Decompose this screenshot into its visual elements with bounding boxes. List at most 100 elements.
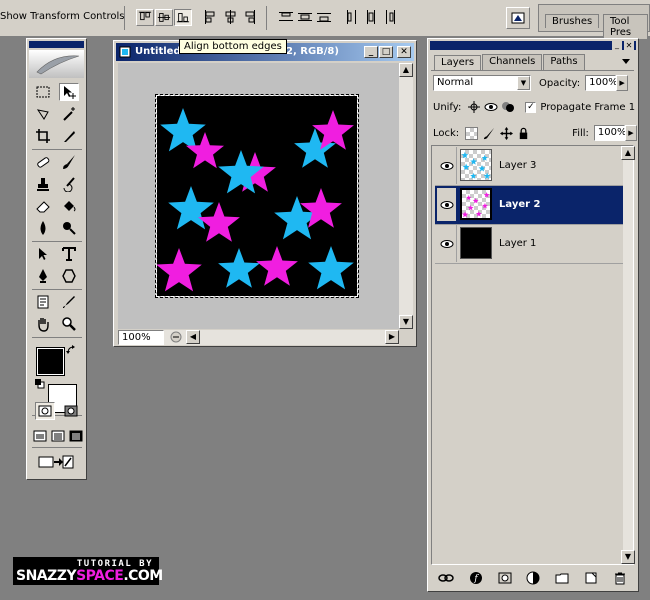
quick-mask-button[interactable]	[61, 402, 81, 420]
palette-minimize-button[interactable]: _	[612, 41, 622, 50]
align-horizontal-centers-button[interactable]	[222, 9, 238, 28]
close-button[interactable]: ✕	[397, 46, 411, 58]
screen-mode-fullmenu-icon[interactable]	[51, 429, 65, 446]
opacity-slider-button[interactable]: ▶	[616, 75, 629, 91]
scroll-up-button[interactable]: ▲	[399, 63, 413, 77]
layer-row-layer-1[interactable]: Layer 1	[435, 225, 624, 264]
lock-transparency-icon[interactable]	[465, 126, 479, 140]
show-transform-controls-label[interactable]: Show Transform Controls	[0, 11, 124, 22]
palette-close-button[interactable]: ✕	[624, 41, 634, 50]
shape-tool[interactable]	[59, 267, 79, 285]
palette-titlebar[interactable]: _ ✕	[430, 41, 636, 50]
zoom-tool[interactable]	[59, 315, 79, 333]
layers-scrollbar[interactable]: ▲ ▼	[621, 146, 635, 564]
align-left-edges-button[interactable]	[203, 9, 219, 28]
link-layers-icon[interactable]	[438, 572, 455, 584]
blend-mode-select[interactable]: Normal ▼	[433, 75, 531, 91]
unify-visibility-icon[interactable]	[484, 100, 498, 114]
thumb-star-magenta	[461, 211, 469, 218]
layers-scroll-down-button[interactable]: ▼	[621, 550, 635, 564]
fill-slider-button[interactable]: ▶	[624, 125, 637, 141]
maximize-button[interactable]: □	[379, 46, 393, 58]
tab-layers[interactable]: Layers	[434, 55, 482, 71]
canvas-area[interactable]	[118, 63, 399, 329]
unify-position-icon[interactable]	[467, 100, 481, 114]
distribute-right-edges-button[interactable]	[382, 9, 398, 28]
healing-brush-tool[interactable]	[33, 153, 53, 171]
screen-mode-standard-icon[interactable]	[33, 429, 47, 446]
standard-mode-button[interactable]	[35, 402, 55, 420]
brush-tool[interactable]	[59, 153, 79, 171]
go-to-imageready-button[interactable]	[506, 7, 530, 29]
align-right-edges-button[interactable]	[241, 9, 257, 28]
lock-position-icon[interactable]	[500, 126, 514, 140]
vertical-scrollbar[interactable]: ▲ ▼	[399, 63, 413, 329]
layer-style-icon[interactable]: f	[469, 571, 483, 585]
adobe-feather-logo[interactable]	[29, 50, 84, 78]
foreground-color-swatch[interactable]	[36, 347, 65, 376]
scroll-right-button[interactable]: ▶	[385, 330, 399, 344]
layers-scroll-up-button[interactable]: ▲	[621, 146, 635, 160]
palette-tab-tool-presets[interactable]: Tool Pres	[603, 14, 648, 39]
lock-all-icon[interactable]	[517, 127, 530, 140]
layer-row-layer-2[interactable]: Layer 2	[435, 186, 624, 225]
unify-style-icon[interactable]	[501, 100, 515, 114]
default-colors-icon[interactable]	[35, 379, 45, 392]
thumb-star-cyan	[462, 163, 470, 171]
visibility-eye-icon[interactable]	[437, 149, 456, 182]
visibility-eye-icon[interactable]	[437, 188, 456, 221]
fill-field[interactable]: 100%	[593, 125, 627, 141]
clone-stamp-tool[interactable]	[33, 175, 53, 193]
swap-colors-icon[interactable]	[66, 345, 76, 358]
opacity-field[interactable]: 100%	[585, 75, 618, 91]
move-tool[interactable]	[59, 83, 79, 101]
jump-to-imageready-icon[interactable]	[37, 453, 75, 471]
minimize-button[interactable]: _	[364, 46, 378, 58]
distribute-left-edges-button[interactable]	[344, 9, 360, 28]
palette-menu-icon[interactable]	[620, 56, 632, 71]
pen-tool[interactable]	[33, 267, 53, 285]
chevron-down-icon[interactable]: ▼	[517, 76, 530, 90]
scroll-down-button[interactable]: ▼	[399, 315, 413, 329]
tab-paths[interactable]: Paths	[543, 54, 585, 70]
crop-tool[interactable]	[33, 127, 53, 145]
tab-channels[interactable]: Channels	[482, 54, 543, 70]
visibility-eye-icon[interactable]	[437, 227, 456, 260]
image-canvas[interactable]	[157, 96, 357, 296]
paint-bucket-tool[interactable]	[59, 197, 79, 215]
blur-tool[interactable]	[33, 219, 53, 237]
hand-tool[interactable]	[33, 315, 53, 333]
screen-mode-full-icon[interactable]	[69, 429, 83, 446]
layer-mask-icon[interactable]	[498, 571, 512, 585]
notes-tool[interactable]	[33, 293, 53, 311]
distribute-horizontal-centers-button[interactable]	[363, 9, 379, 28]
distribute-bottom-edges-button[interactable]	[316, 9, 332, 28]
type-tool[interactable]	[59, 245, 79, 263]
magic-wand-tool[interactable]	[59, 105, 79, 123]
marquee-tool[interactable]	[33, 83, 53, 101]
slice-tool[interactable]	[59, 127, 79, 145]
status-menu-icon[interactable]	[170, 331, 182, 346]
eyedropper-tool[interactable]	[59, 293, 79, 311]
layer-row-layer-3[interactable]: Layer 3	[435, 147, 624, 186]
zoom-level-field[interactable]: 100%	[118, 330, 164, 345]
align-top-edges-button[interactable]	[136, 9, 154, 26]
new-layer-icon[interactable]	[584, 571, 598, 585]
palette-tab-brushes[interactable]: Brushes	[545, 14, 600, 28]
eraser-tool[interactable]	[33, 197, 53, 215]
new-group-icon[interactable]	[555, 571, 569, 585]
propagate-checkbox[interactable]: ✓	[525, 101, 537, 113]
lock-image-icon[interactable]	[483, 127, 496, 140]
distribute-vertical-centers-button[interactable]	[297, 9, 313, 28]
path-selection-tool[interactable]	[33, 245, 53, 263]
scroll-left-button[interactable]: ◀	[186, 330, 200, 344]
align-bottom-edges-button[interactable]	[174, 9, 192, 26]
lasso-tool[interactable]	[33, 105, 53, 123]
layers-palette: _ ✕ Layers Channels Paths Normal ▼ Opaci…	[427, 38, 639, 592]
trash-icon[interactable]	[613, 571, 627, 585]
adjustment-layer-icon[interactable]	[526, 571, 540, 585]
history-brush-tool[interactable]	[59, 175, 79, 193]
align-vertical-centers-button[interactable]	[155, 9, 173, 26]
distribute-top-edges-button[interactable]	[278, 9, 294, 28]
dodge-tool[interactable]	[59, 219, 79, 237]
